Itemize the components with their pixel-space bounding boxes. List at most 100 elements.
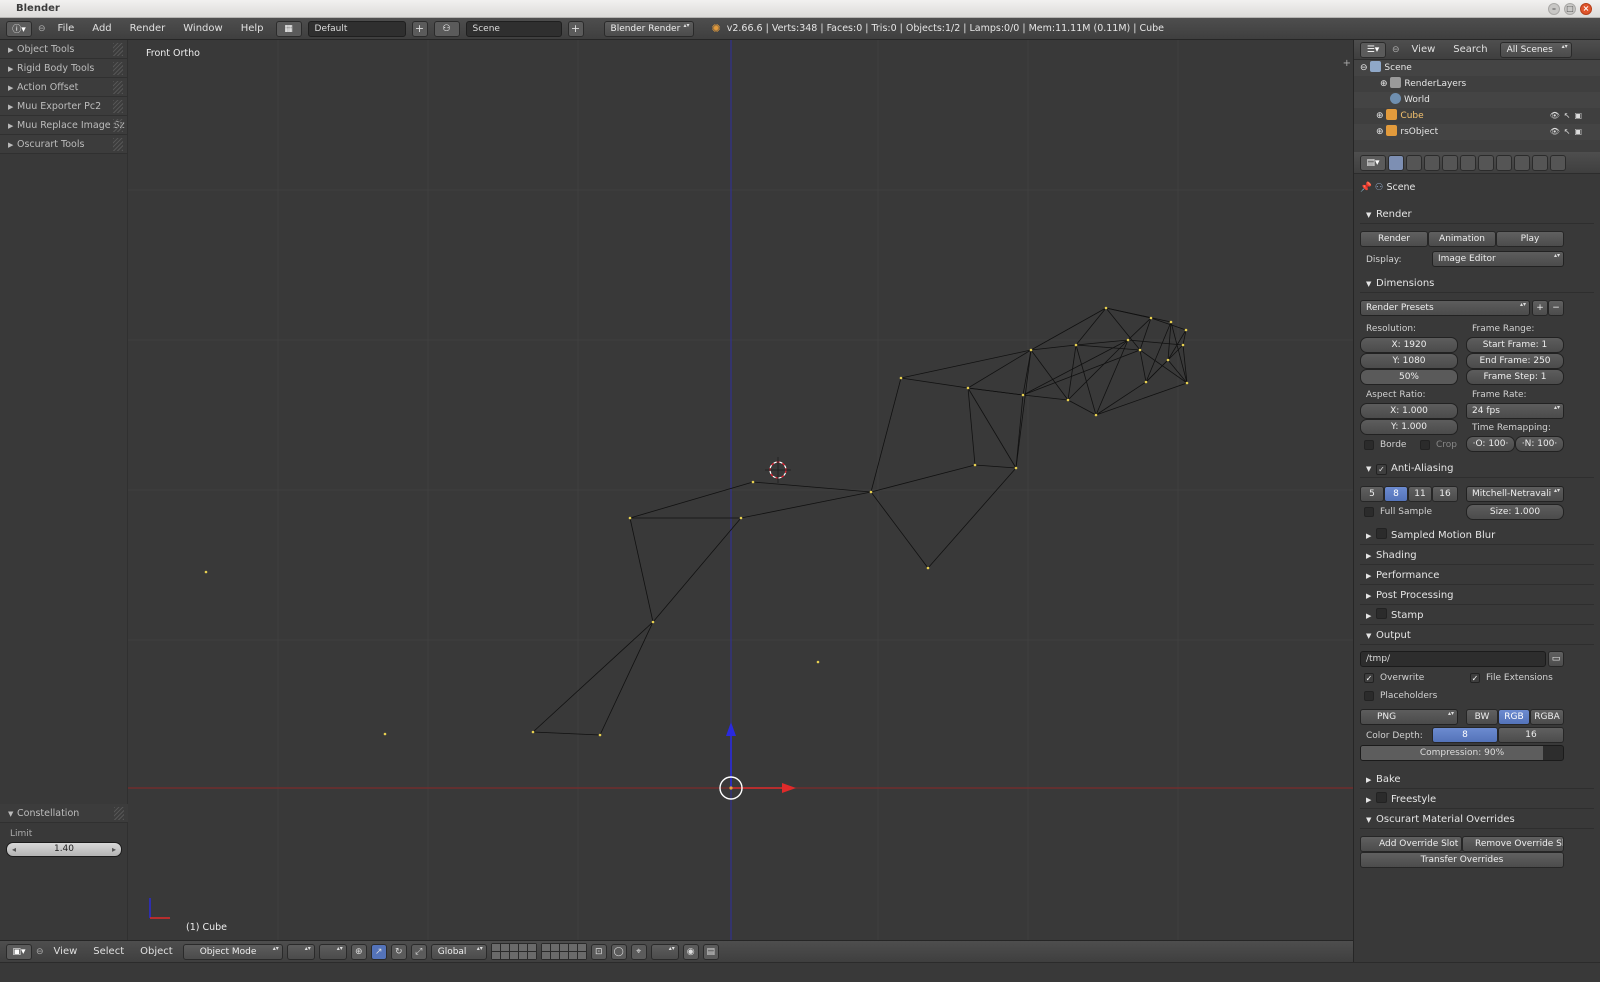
placeholders-checkbox[interactable]	[1364, 691, 1374, 701]
scene-tab-icon[interactable]	[1424, 154, 1440, 171]
texture-tab-icon[interactable]	[1550, 154, 1566, 171]
aa-sample-11-button[interactable]: 11	[1408, 486, 1432, 502]
section-oscurart-overrides-header[interactable]: ▼ Oscurart Material Overrides	[1360, 811, 1594, 829]
section-performance-header[interactable]: ▶ Performance	[1360, 567, 1594, 585]
section-freestyle-header[interactable]: ▶ Freestyle	[1360, 791, 1594, 809]
region-toggle-icon[interactable]: +	[1343, 58, 1351, 69]
screen-layout-field[interactable]: Default	[307, 20, 406, 37]
color-rgba-button[interactable]: RGBA	[1530, 709, 1564, 725]
transfer-overrides-button[interactable]: Transfer Overrides	[1360, 852, 1564, 868]
object-tab-icon[interactable]	[1460, 154, 1476, 171]
drag-grip-icon[interactable]	[113, 138, 123, 151]
menu-view[interactable]: View	[48, 946, 84, 957]
resolution-y-field[interactable]: Y: 1080	[1360, 353, 1458, 369]
modifiers-tab-icon[interactable]	[1496, 154, 1512, 171]
stamp-checkbox[interactable]	[1376, 608, 1387, 619]
freestyle-checkbox[interactable]	[1376, 792, 1387, 803]
render-opengl-icon[interactable]: ◉	[682, 943, 699, 960]
render-button[interactable]: Render	[1360, 231, 1428, 247]
aspect-x-field[interactable]: X: 1.000	[1360, 403, 1458, 419]
menu-help[interactable]: Help	[235, 23, 270, 34]
play-button[interactable]: Play	[1496, 231, 1564, 247]
outliner-item-rsobject[interactable]: ⊕ rsObject 👁↖▣	[1354, 124, 1600, 140]
aa-sample-5-button[interactable]: 5	[1360, 486, 1384, 502]
overwrite-checkbox[interactable]: ✓	[1364, 673, 1374, 683]
menu-object[interactable]: Object	[134, 946, 179, 957]
file-browse-icon[interactable]: ▭	[1548, 651, 1564, 667]
aa-sample-8-button[interactable]: 8	[1384, 486, 1408, 502]
render-layers-tab-icon[interactable]	[1406, 154, 1422, 171]
aa-sample-16-button[interactable]: 16	[1432, 486, 1458, 502]
color-bw-button[interactable]: BW	[1466, 709, 1498, 725]
close-icon[interactable]: ×	[1580, 3, 1592, 15]
collapse-menu-icon[interactable]: ⊖	[36, 947, 44, 957]
snap-element-dropdown-icon[interactable]	[650, 943, 679, 960]
aa-filter-dropdown[interactable]: Mitchell-Netravali	[1466, 486, 1564, 502]
scene-field[interactable]: Scene	[465, 20, 562, 37]
frame-step-field[interactable]: Frame Step: 1	[1466, 369, 1564, 385]
pin-icon[interactable]: 📌	[1360, 182, 1372, 193]
resolution-percent-slider[interactable]: 50%	[1360, 369, 1458, 385]
menu-render[interactable]: Render	[124, 23, 172, 34]
section-anti-aliasing-header[interactable]: ▼ ✓ Anti-Aliasing	[1360, 460, 1594, 478]
file-format-dropdown[interactable]: PNG	[1360, 709, 1458, 725]
scale-manipulator-icon[interactable]: ⤢	[410, 943, 427, 960]
drag-grip-icon[interactable]	[113, 81, 123, 94]
color-depth-8-button[interactable]: 8	[1432, 727, 1498, 743]
section-output-header[interactable]: ▼ Output	[1360, 627, 1594, 645]
orientation-dropdown[interactable]: Global	[430, 943, 487, 960]
start-frame-field[interactable]: Start Frame: 1	[1466, 337, 1564, 353]
aa-size-field[interactable]: Size: 1.000	[1466, 504, 1564, 520]
menu-add[interactable]: Add	[86, 23, 117, 34]
outliner-item-renderlayers[interactable]: ⊕ RenderLayers	[1354, 76, 1600, 92]
visibility-icons[interactable]: 👁↖▣	[1550, 124, 1586, 140]
render-presets-dropdown[interactable]: Render Presets	[1360, 300, 1530, 316]
material-tab-icon[interactable]	[1532, 154, 1548, 171]
crop-checkbox[interactable]	[1420, 440, 1430, 450]
mode-dropdown[interactable]: Object Mode	[182, 943, 283, 960]
color-rgb-button[interactable]: RGB	[1498, 709, 1530, 725]
pivot-dropdown-icon[interactable]	[286, 943, 315, 960]
layers-grid-2[interactable]	[540, 943, 587, 960]
lock-camera-icon[interactable]: ⊡	[590, 943, 607, 960]
anti-aliasing-checkbox[interactable]: ✓	[1376, 464, 1387, 475]
menu-select[interactable]: Select	[87, 946, 130, 957]
outliner-item-world[interactable]: World	[1354, 92, 1600, 108]
collapse-menu-icon[interactable]: ⊖	[1392, 45, 1400, 55]
panel-rigid-body-tools[interactable]: ▶ Rigid Body Tools	[0, 59, 127, 78]
panel-action-offset[interactable]: ▶ Action Offset	[0, 78, 127, 97]
add-preset-button[interactable]: +	[1532, 300, 1548, 316]
constraints-tab-icon[interactable]	[1478, 154, 1494, 171]
rotate-manipulator-icon[interactable]: ↻	[390, 943, 407, 960]
section-post-processing-header[interactable]: ▶ Post Processing	[1360, 587, 1594, 605]
3d-cursor-icon[interactable]	[765, 457, 791, 483]
outliner-item-scene[interactable]: ⊖ Scene	[1354, 60, 1600, 76]
drag-grip-icon[interactable]	[113, 62, 123, 75]
editor-type-properties-icon[interactable]: ▤▾	[1360, 154, 1386, 171]
minimize-icon[interactable]: –	[1548, 3, 1560, 15]
render-tab-icon[interactable]	[1388, 154, 1404, 171]
remap-old-field[interactable]: ·O: 100·	[1466, 436, 1515, 452]
limit-field[interactable]: 1.40	[6, 842, 122, 857]
remap-new-field[interactable]: ·N: 100·	[1515, 436, 1564, 452]
panel-oscurart-tools[interactable]: ▶ Oscurart Tools	[0, 135, 127, 154]
drag-grip-icon[interactable]	[113, 100, 123, 113]
constellation-mesh[interactable]	[532, 307, 1188, 736]
remove-override-slot-button[interactable]: Remove Override Slo	[1462, 836, 1564, 852]
add-override-slot-button[interactable]: Add Override Slot	[1360, 836, 1462, 852]
section-sampled-motion-blur-header[interactable]: ▶ Sampled Motion Blur	[1360, 527, 1594, 545]
section-dimensions-header[interactable]: ▼ Dimensions	[1360, 275, 1594, 293]
border-checkbox[interactable]	[1364, 440, 1374, 450]
outliner-menu-view[interactable]: View	[1406, 44, 1442, 55]
shading-dropdown-icon[interactable]	[318, 943, 347, 960]
maximize-icon[interactable]: □	[1564, 3, 1576, 15]
render-engine-dropdown[interactable]: Blender Render	[603, 20, 694, 37]
drag-grip-icon[interactable]	[113, 119, 123, 132]
section-bake-header[interactable]: ▶ Bake	[1360, 771, 1594, 789]
transform-manipulator-icon[interactable]	[719, 722, 796, 800]
viewport-canvas[interactable]	[128, 40, 1353, 940]
resolution-x-field[interactable]: X: 1920	[1360, 337, 1458, 353]
menu-window[interactable]: Window	[177, 23, 228, 34]
operator-panel-header[interactable]: ▼ Constellation	[0, 804, 128, 823]
editor-type-info-icon[interactable]: ⓘ▾	[6, 20, 32, 37]
